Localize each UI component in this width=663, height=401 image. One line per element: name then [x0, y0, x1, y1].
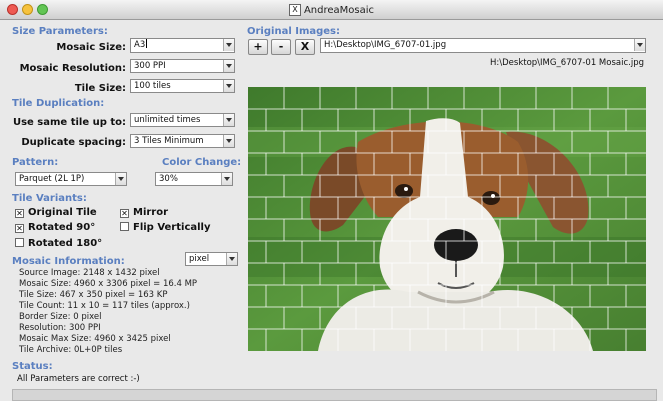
section-color-change: Color Change: [162, 157, 242, 168]
chevron-down-icon [226, 253, 237, 265]
original-tile-checkbox[interactable]: ✕ Original Tile [15, 207, 97, 218]
mosaic-size-combobox[interactable]: A3 [130, 38, 235, 53]
mirror-checkbox[interactable]: ✕ Mirror [120, 207, 168, 218]
progress-bar [12, 389, 657, 401]
mosaic-resolution-value: 300 PPI [134, 61, 166, 71]
section-size-parameters: Size Parameters: [12, 26, 108, 37]
status-text: All Parameters are correct :-) [17, 374, 140, 384]
mirror-label: Mirror [133, 207, 169, 218]
checkbox-unchecked-icon [15, 238, 24, 247]
section-mosaic-information: Mosaic Information: [12, 256, 125, 267]
tile-size-value: 100 tiles [134, 81, 171, 91]
checkbox-checked-icon: ✕ [120, 209, 129, 218]
title-bar: X AndreaMosaic [0, 0, 663, 20]
rotated-180-checkbox[interactable]: Rotated 180° [15, 238, 102, 249]
duplicate-spacing-value: 3 Tiles Minimum [134, 136, 204, 146]
info-line: Border Size: 0 pixel [19, 312, 102, 322]
info-line: Mosaic Size: 4960 x 3306 pixel = 16.4 MP [19, 279, 198, 289]
info-line: Tile Count: 11 x 10 = 117 tiles (approx.… [19, 301, 190, 311]
chevron-down-icon [221, 173, 232, 185]
clear-images-button[interactable]: X [295, 39, 315, 55]
chevron-down-icon [223, 60, 234, 72]
color-change-select[interactable]: 30% [155, 172, 233, 186]
pattern-value: Parquet (2L 1P) [19, 174, 85, 184]
rotated-180-label: Rotated 180° [28, 238, 103, 249]
checkbox-checked-icon: ✕ [15, 209, 24, 218]
x11-app-icon: X [288, 4, 301, 16]
chevron-down-icon [634, 39, 645, 51]
color-change-value: 30% [159, 174, 178, 184]
use-same-tile-value: unlimited times [134, 115, 201, 125]
original-tile-label: Original Tile [28, 207, 97, 218]
info-line: Resolution: 300 PPI [19, 323, 101, 333]
remove-image-button[interactable]: - [271, 39, 291, 55]
section-pattern: Pattern: [12, 157, 59, 168]
chevron-down-icon [223, 135, 234, 147]
window-title: X AndreaMosaic [0, 4, 663, 16]
info-line: Tile Size: 467 x 350 pixel = 163 KP [19, 290, 168, 300]
chevron-down-icon [223, 80, 234, 92]
section-tile-duplication: Tile Duplication: [12, 98, 105, 109]
use-same-tile-label: Use same tile up to: [12, 117, 126, 128]
checkbox-checked-icon: ✕ [15, 224, 24, 233]
mosaic-preview-image [248, 87, 646, 351]
output-path-label: H:\Desktop\IMG_6707-01 Mosaic.jpg [490, 58, 644, 68]
info-unit-value: pixel [189, 254, 210, 264]
window-title-text: AndreaMosaic [303, 5, 375, 16]
rotated-90-label: Rotated 90° [28, 222, 96, 233]
duplicate-spacing-select[interactable]: 3 Tiles Minimum [130, 134, 235, 148]
section-tile-variants: Tile Variants: [12, 193, 87, 204]
checkbox-unchecked-icon [120, 222, 129, 231]
section-original-images: Original Images: [247, 26, 341, 37]
duplicate-spacing-label: Duplicate spacing: [21, 137, 126, 148]
use-same-tile-select[interactable]: unlimited times [130, 113, 235, 127]
info-line: Mosaic Max Size: 4960 x 3425 pixel [19, 334, 171, 344]
flip-vertically-label: Flip Vertically [133, 222, 211, 233]
info-unit-select[interactable]: pixel [185, 252, 238, 266]
mosaic-resolution-label: Mosaic Resolution: [19, 63, 126, 74]
section-status: Status: [12, 361, 53, 372]
add-image-button[interactable]: + [248, 39, 268, 55]
info-line: Tile Archive: 0L+0P tiles [19, 345, 123, 355]
mosaic-size-label: Mosaic Size: [56, 42, 126, 53]
chevron-down-icon[interactable] [223, 39, 234, 51]
chevron-down-icon [115, 173, 126, 185]
tile-size-label: Tile Size: [74, 83, 126, 94]
info-line: Source Image: 2148 x 1432 pixel [19, 268, 160, 278]
rotated-90-checkbox[interactable]: ✕ Rotated 90° [15, 222, 95, 233]
mosaic-resolution-select[interactable]: 300 PPI [130, 59, 235, 73]
original-image-path-value: H:\Desktop\IMG_6707-01.jpg [324, 40, 447, 50]
original-image-path-select[interactable]: H:\Desktop\IMG_6707-01.jpg [320, 38, 646, 53]
pattern-select[interactable]: Parquet (2L 1P) [15, 172, 127, 186]
tile-size-select[interactable]: 100 tiles [130, 79, 235, 93]
chevron-down-icon [223, 114, 234, 126]
mosaic-size-value: A3 [134, 40, 146, 50]
flip-vertically-checkbox[interactable]: Flip Vertically [120, 222, 211, 233]
